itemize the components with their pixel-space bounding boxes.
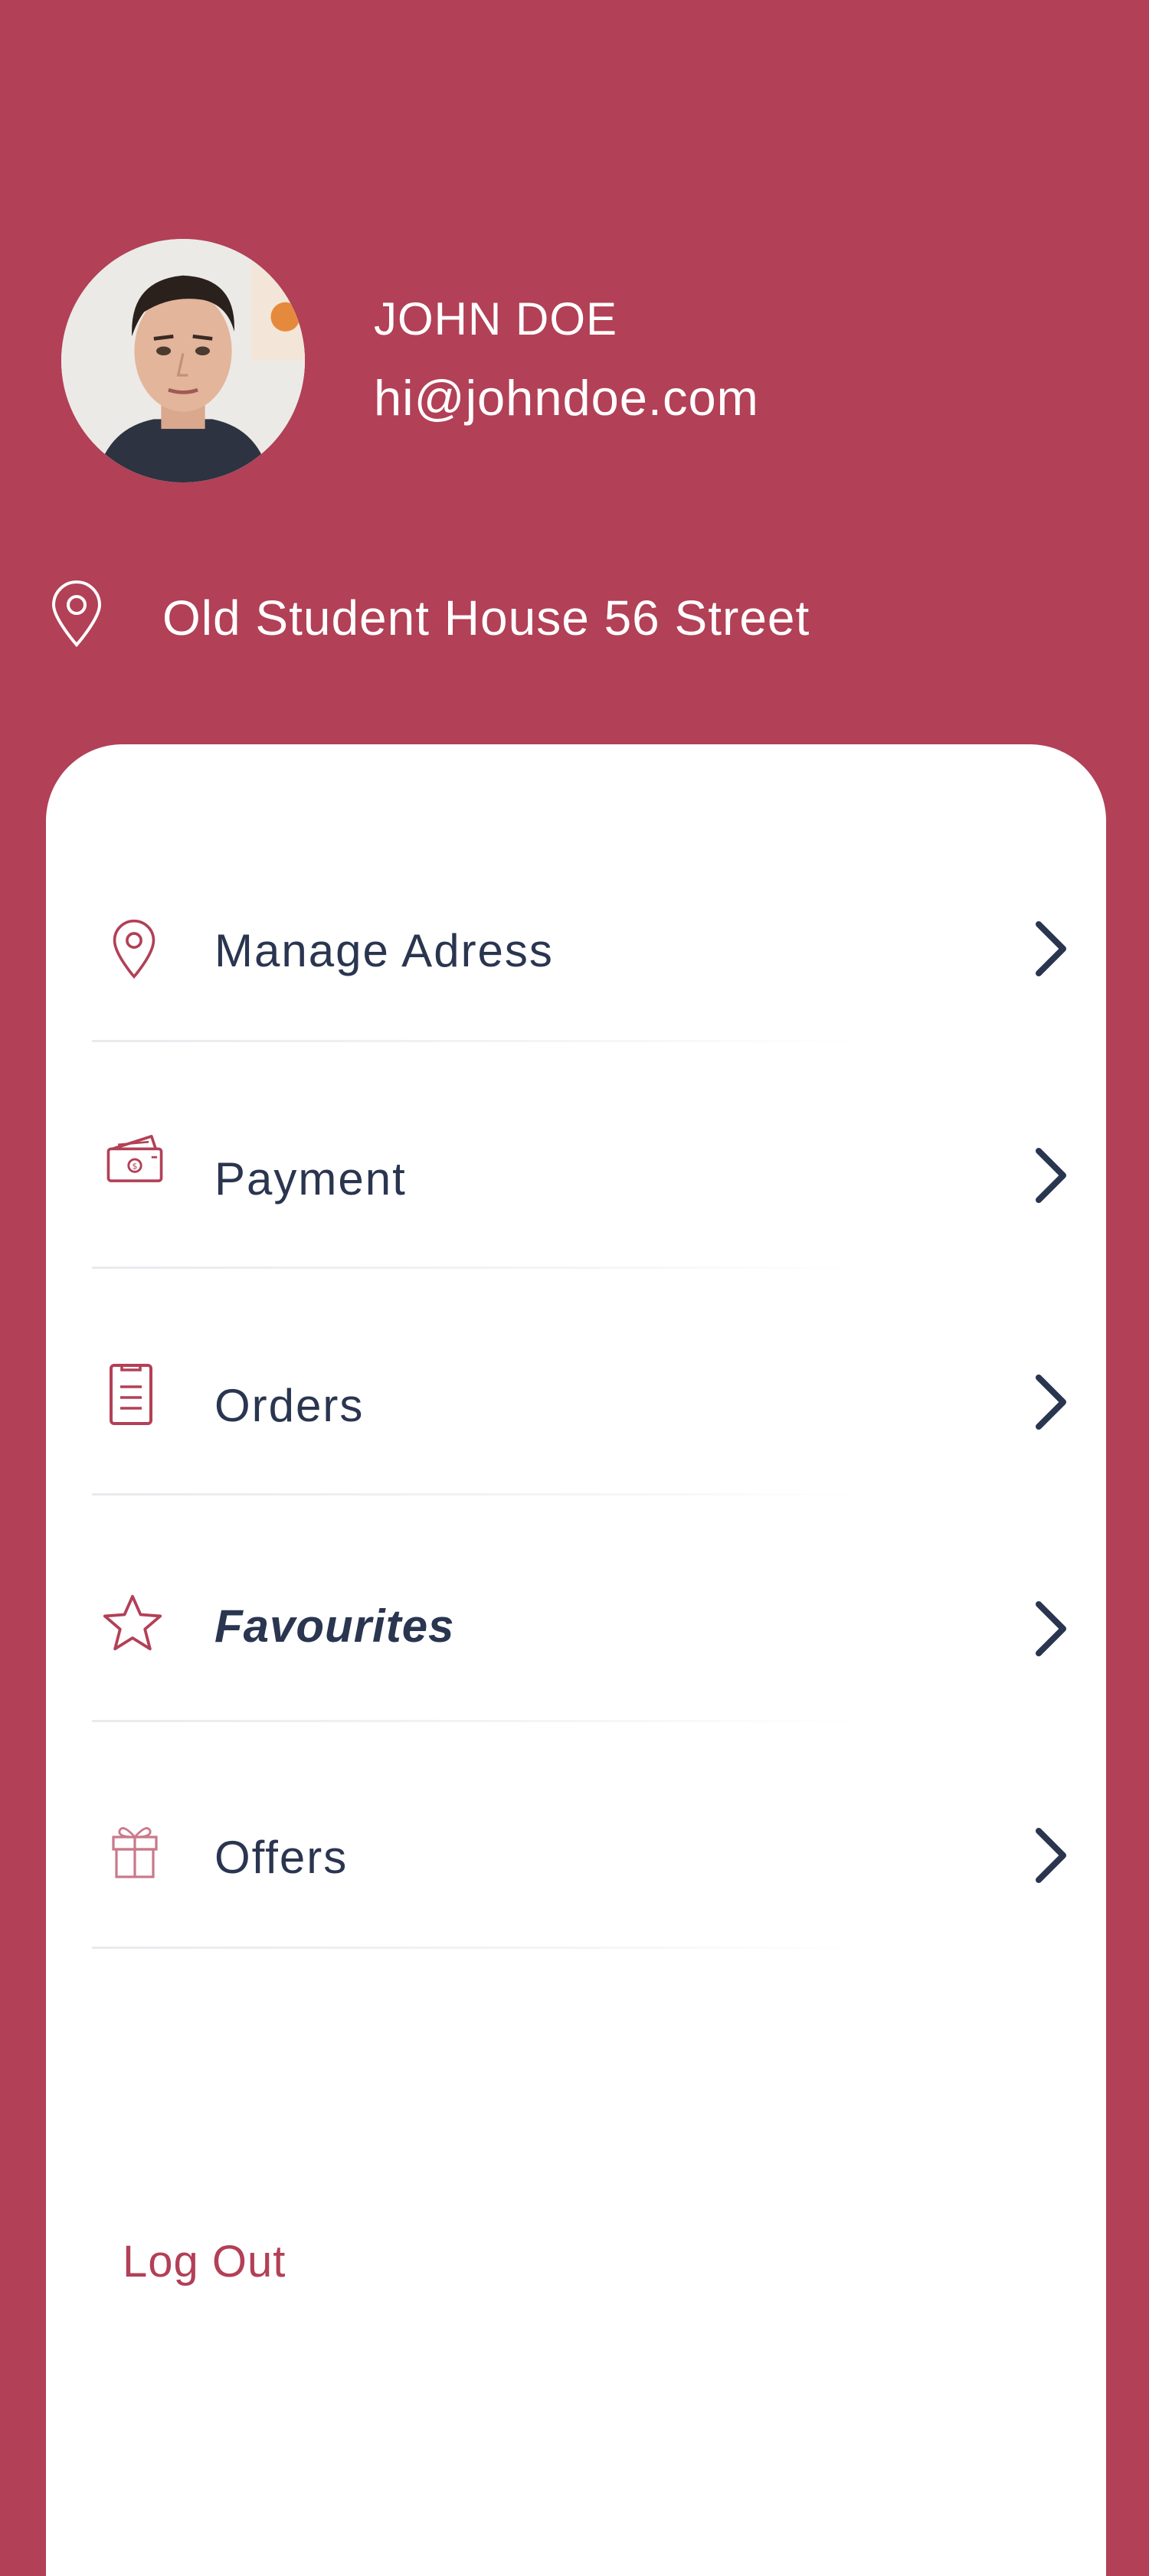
chevron-right-icon[interactable] <box>1026 1598 1072 1659</box>
menu-item-orders[interactable]: Orders <box>92 1269 1072 1496</box>
menu-item-label: Offers <box>214 1832 349 1883</box>
gift-icon <box>112 1827 158 1878</box>
menu-item-label: Favourites <box>214 1600 455 1652</box>
profile-header: JOHN DOE hi@johndoe.com Old Student Hous… <box>0 0 1149 743</box>
user-address: Old Student House 56 Street <box>162 590 810 646</box>
menu-item-payment[interactable]: $ Payment <box>92 1042 1072 1269</box>
menu-item-label: Orders <box>214 1380 365 1431</box>
divider <box>92 1947 858 1949</box>
document-icon <box>110 1364 152 1425</box>
chevron-right-icon[interactable] <box>1026 1145 1072 1206</box>
avatar[interactable] <box>61 239 305 482</box>
chevron-right-icon[interactable] <box>1026 1825 1072 1886</box>
menu-item-label: Manage Adress <box>214 925 554 976</box>
chevron-right-icon[interactable] <box>1026 1371 1072 1433</box>
avatar-image <box>61 239 305 482</box>
user-email: hi@johndoe.com <box>374 370 759 426</box>
chevron-right-icon[interactable] <box>1026 918 1072 979</box>
menu-item-favourites[interactable]: Favourites <box>92 1496 1072 1722</box>
location-pin-icon <box>113 919 155 979</box>
menu-item-offers[interactable]: Offers <box>92 1722 1072 1949</box>
star-icon <box>103 1594 162 1651</box>
location-pin-icon <box>51 580 102 648</box>
logout-button[interactable]: Log Out <box>123 2236 286 2287</box>
wallet-icon: $ <box>106 1135 163 1182</box>
svg-text:$: $ <box>133 1162 138 1172</box>
menu-item-label: Payment <box>214 1153 407 1205</box>
user-name: JOHN DOE <box>374 293 618 345</box>
menu-item-manage-address[interactable]: Manage Adress <box>92 816 1072 1042</box>
